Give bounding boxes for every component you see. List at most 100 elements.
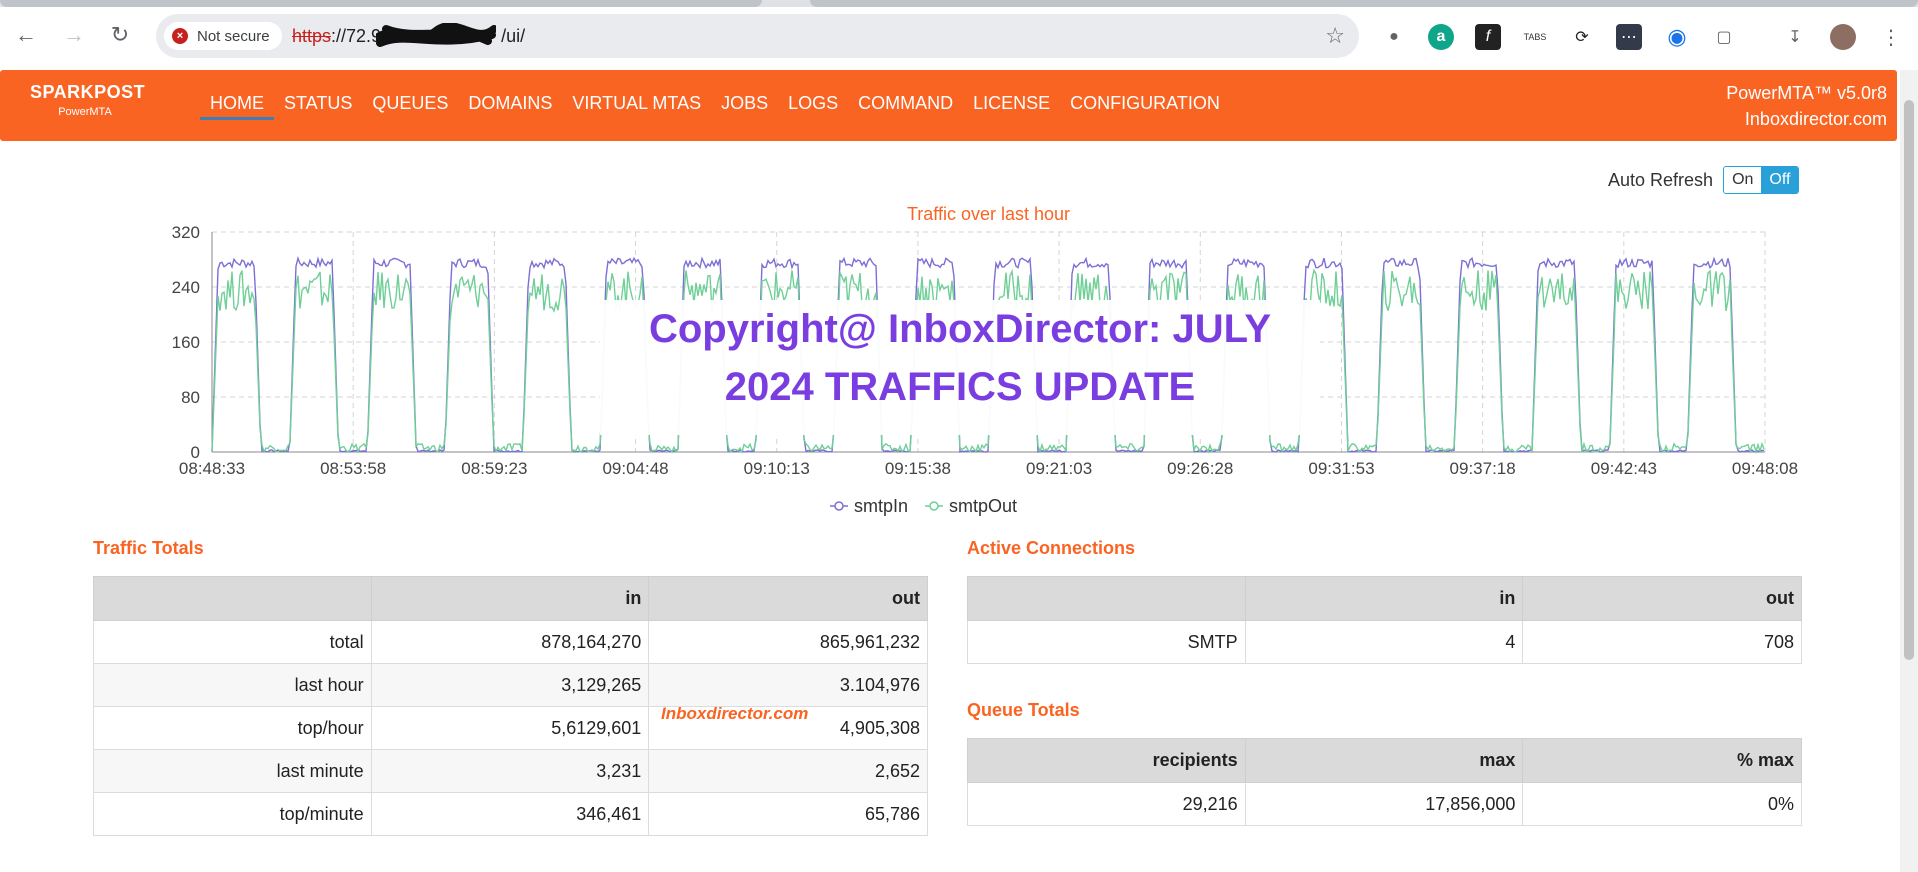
column-header: in — [1244, 576, 1524, 621]
circle-extension-icon[interactable]: ◉ — [1664, 24, 1690, 50]
legend-label: smtpIn — [854, 496, 908, 516]
x-tick-label: 09:10:13 — [744, 459, 810, 478]
tab-strip — [0, 0, 1918, 7]
menu-item-logs[interactable]: LOGS — [778, 92, 848, 120]
row-label: top/minute — [93, 792, 372, 836]
dots-extension-icon[interactable]: ⋯ — [1616, 24, 1642, 50]
watermark-line1: Copyright@ InboxDirector: JULY — [648, 307, 1272, 351]
version-info: PowerMTA™ v5.0r8 Inboxdirector.com — [1726, 80, 1887, 132]
row-label: SMTP — [967, 620, 1246, 664]
menu-item-license[interactable]: LICENSE — [963, 92, 1060, 120]
menu-item-queues[interactable]: QUEUES — [362, 92, 458, 120]
menu-item-home[interactable]: HOME — [200, 92, 274, 120]
auto-refresh: Auto Refresh On Off — [1608, 166, 1800, 194]
column-header: max — [1244, 738, 1524, 783]
y-tick-label: 160 — [172, 333, 200, 352]
active-connections-title: Active Connections — [967, 538, 1136, 558]
cell-out: 3.104,976 — [648, 663, 928, 707]
skype-extension-icon[interactable]: ● — [1381, 24, 1407, 50]
main-menu: HOME STATUS QUEUES DOMAINS VIRTUAL MTAS … — [200, 92, 1230, 120]
menu-item-status[interactable]: STATUS — [274, 92, 362, 120]
download-icon[interactable]: ↧ — [1782, 24, 1808, 50]
reload-icon[interactable]: ↻ — [102, 17, 138, 53]
menu-item-jobs[interactable]: JOBS — [711, 92, 778, 120]
x-tick-label: 09:37:18 — [1450, 459, 1516, 478]
table-row: top/minute 346,461 65,786 — [93, 792, 928, 836]
column-header: in — [370, 576, 650, 621]
column-header: recipients — [967, 738, 1246, 783]
forward-icon[interactable]: → — [56, 17, 92, 53]
menu-item-command[interactable]: COMMAND — [848, 92, 963, 120]
url-scheme: https — [292, 26, 332, 46]
page-scrollbar[interactable] — [1900, 70, 1918, 872]
menu-item-domains[interactable]: DOMAINS — [458, 92, 562, 120]
legend-label: smtpOut — [949, 496, 1017, 516]
bookmark-star-icon[interactable]: ☆ — [1325, 23, 1345, 49]
cell-in: 3,129,265 — [370, 663, 650, 707]
browser-toolbar: ← → ↻ × Not secure https://72.9/ui/ ☆ ● … — [0, 7, 1918, 65]
a-extension-icon[interactable]: a — [1428, 24, 1454, 50]
x-tick-label: 09:48:08 — [1732, 459, 1798, 478]
browser-menu-icon[interactable]: ⋮ — [1878, 24, 1904, 50]
address-bar[interactable]: × Not secure https://72.9/ui/ ☆ — [156, 14, 1359, 58]
url-path: /ui/ — [501, 26, 526, 46]
queue-totals-table: recipients max % max 29,216 17,856,000 0… — [967, 738, 1802, 826]
x-tick-label: 08:53:58 — [320, 459, 386, 478]
y-tick-label: 320 — [172, 223, 200, 242]
cell-in: 878,164,270 — [370, 620, 650, 664]
active-connections-table: in out SMTP 4 708 — [967, 576, 1802, 664]
table-row: SMTP 4 708 — [967, 620, 1802, 664]
y-tick-label: 240 — [172, 278, 200, 297]
x-tick-label: 09:21:03 — [1026, 459, 1092, 478]
url-host: ://72.9 — [331, 26, 382, 46]
row-label: last hour — [93, 663, 372, 707]
profile-avatar[interactable] — [1830, 24, 1856, 50]
x-tick-label: 08:59:23 — [461, 459, 527, 478]
legend-marker — [929, 501, 939, 511]
copyright-watermark: Copyright@ InboxDirector: JULY 2024 TRAF… — [600, 300, 1320, 435]
back-icon[interactable]: ← — [8, 17, 44, 53]
browser-tab-active[interactable] — [0, 0, 762, 7]
tabs-extension-icon[interactable]: TABS — [1522, 24, 1548, 50]
cell-in: 346,461 — [370, 792, 650, 836]
cell-out: 708 — [1522, 620, 1802, 664]
toggle-off[interactable]: Off — [1761, 167, 1799, 193]
x-tick-label: 09:04:48 — [602, 459, 668, 478]
menu-item-configuration[interactable]: CONFIGURATION — [1060, 92, 1230, 120]
queue-totals-title: Queue Totals — [967, 700, 1080, 720]
sparkpost-logo[interactable]: SPARKPOST PowerMTA — [30, 82, 146, 118]
table-header-row: in out — [93, 576, 928, 621]
chart-title: Traffic over last hour — [907, 204, 1070, 224]
auto-refresh-toggle[interactable]: On Off — [1723, 166, 1800, 194]
x-tick-label: 09:15:38 — [885, 459, 951, 478]
x-tick-label: 09:42:43 — [1591, 459, 1657, 478]
not-secure-icon: × — [172, 28, 188, 44]
column-header — [93, 576, 372, 621]
scrollbar-thumb[interactable] — [1904, 100, 1914, 660]
legend-marker — [834, 501, 844, 511]
watermark-line2: 2024 TRAFFICS UPDATE — [724, 365, 1196, 409]
x-tick-label: 08:48:33 — [179, 459, 245, 478]
table-row: 29,216 17,856,000 0% — [967, 782, 1802, 826]
toggle-on[interactable]: On — [1724, 167, 1762, 193]
table-row: last minute 3,231 2,652 — [93, 749, 928, 793]
redaction-scribble — [376, 23, 496, 47]
formula-extension-icon[interactable]: f — [1475, 24, 1501, 50]
version-label: PowerMTA™ v5.0r8 — [1726, 83, 1887, 103]
menu-item-virtual-mtas[interactable]: VIRTUAL MTAS — [562, 92, 711, 120]
table-row: total 878,164,270 865,961,232 — [93, 620, 928, 664]
table-header-row: in out — [967, 576, 1802, 621]
inboxdirector-watermark: Inboxdirector.com — [661, 704, 809, 723]
column-header — [967, 576, 1246, 621]
security-label: Not secure — [197, 27, 270, 45]
extensions-puzzle-icon[interactable]: ▢ — [1711, 24, 1737, 50]
cell-in: 5,6129,601 — [370, 706, 650, 750]
cell-in: 3,231 — [370, 749, 650, 793]
site-label: Inboxdirector.com — [1744, 109, 1887, 129]
security-chip[interactable]: × Not secure — [164, 22, 282, 50]
x-tick-label: 09:31:53 — [1308, 459, 1374, 478]
browser-tab[interactable] — [810, 0, 1918, 7]
column-header: out — [1522, 576, 1802, 621]
sync-extension-icon[interactable]: ⟳ — [1569, 24, 1595, 50]
logo-brand: SPARKPOST — [30, 82, 146, 102]
